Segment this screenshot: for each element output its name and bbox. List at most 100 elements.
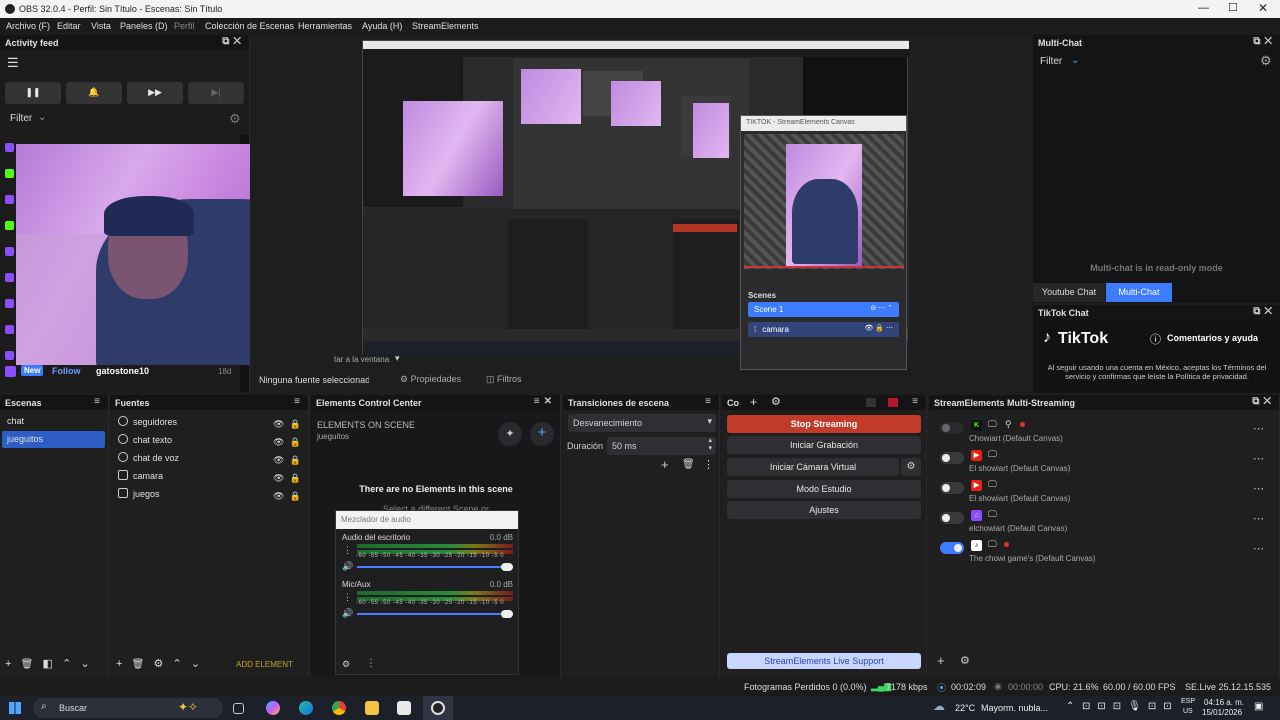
menu-paneles[interactable]: Paneles (D) [120,21,168,31]
hamburger-icon[interactable]: ☰ [7,55,19,71]
stop-streaming-button[interactable]: Stop Streaming [727,415,921,433]
add-element-icon[interactable]: + [530,422,554,446]
add-icon[interactable]: + [5,658,11,670]
edge-icon[interactable] [299,701,313,715]
add-icon[interactable]: + [116,658,122,670]
live-support-button[interactable]: StreamElements Live Support [727,653,921,669]
region-code[interactable]: US [1183,708,1193,715]
clock-date[interactable]: 15/01/2026 [1202,708,1242,717]
dock-buttons[interactable]: ⧉✕ [1253,306,1276,317]
help-link[interactable]: Comentarios y ayuda [1167,333,1258,343]
destination-toggle[interactable] [940,512,964,524]
add-icon[interactable]: + [937,653,945,668]
duration-input[interactable]: 50 ms ▴ ▾ [607,437,716,455]
notification-icon[interactable]: ▣ [1254,701,1263,712]
pause-button[interactable]: ❚❚ [5,82,61,104]
gear-icon[interactable]: ⚙ [960,654,970,667]
volume-slider[interactable] [357,563,513,571]
virtual-camera-settings-icon[interactable]: ⚙ [901,458,921,476]
transition-select[interactable]: Desvanecimiento ▾ [568,414,716,432]
destination-toggle[interactable] [940,542,964,554]
gear-icon[interactable]: ⚙ [1260,53,1272,69]
eye-icon[interactable]: 👁 [273,455,284,465]
eye-icon[interactable]: 👁 [273,491,284,501]
preview-area[interactable]: TIKTOK - StreamElements Canvas Scenes Sc… [250,35,1030,370]
dock-buttons[interactable]: ⧉✕ [1252,396,1275,407]
minimize-icon[interactable]: — [1198,2,1209,14]
destination-toggle[interactable] [940,482,964,494]
up-icon[interactable]: ⌃ [173,658,182,670]
tab-youtube-chat[interactable]: Youtube Chat [1033,283,1105,302]
maximize-icon[interactable]: ☐ [1228,1,1238,14]
clock-time[interactable]: 04:16 a. m. [1204,698,1244,707]
dock-menu-icon[interactable]: ≡ [705,396,715,407]
trash-icon[interactable]: 🗑 [682,459,695,470]
filter-icon[interactable]: ◧ [42,658,52,670]
next-button[interactable]: ▶| [188,82,244,104]
more-icon[interactable]: ⋯ [1253,452,1264,465]
source-item[interactable]: camara [118,470,163,481]
menu-vista[interactable]: Vista [91,21,111,31]
studio-mode-button[interactable]: Modo Estudio [727,480,921,498]
properties-button[interactable]: ⚙ Propiedades [400,374,461,385]
destination-toggle[interactable] [940,452,964,464]
bell-button[interactable]: 🔔 [66,82,122,104]
more-icon[interactable]: ⋮ [703,458,714,471]
skip-button[interactable]: ▶▶ [127,82,183,104]
mixer-menu-icon[interactable]: ⋮ [366,658,376,669]
obs-icon[interactable] [431,701,445,715]
trash-icon[interactable]: 🗑 [132,659,145,670]
start-recording-button[interactable]: Iniciar Grabación [727,436,921,454]
dock-buttons[interactable]: ⧉✕ [222,36,245,47]
destination-row[interactable]: ▶ 🖵 El showiart (Default Canvas) ⋯ [934,478,1274,506]
menu-archivo[interactable]: Archivo (F) [6,21,50,31]
task-view-icon[interactable] [233,703,244,714]
channel-menu-icon[interactable]: ⋮ [343,592,352,603]
more-icon[interactable]: ⋯ [1253,482,1264,495]
lock-icon[interactable]: 🔒 [289,455,300,465]
lock-icon[interactable]: 🔒 [289,473,300,483]
eye-icon[interactable]: 👁 [273,419,284,429]
menu-coleccion[interactable]: Colección de Escenas [205,21,294,31]
filters-button[interactable]: ◫ Filtros [486,374,522,385]
gear-icon[interactable]: ⚙ [229,111,241,127]
channel-menu-icon[interactable]: ⋮ [343,545,352,556]
more-icon[interactable]: ⋯ [1253,542,1264,555]
scene-item-selected[interactable]: jueguitos [2,431,105,448]
up-icon[interactable]: ⌃ [62,658,71,670]
gear-icon[interactable]: ⚙ [153,658,163,670]
tray-chevron-icon[interactable]: ⌃ [1066,701,1074,712]
speaker-icon[interactable]: 🔊 [342,608,353,619]
menu-herramientas[interactable]: Herramientas [298,21,352,31]
dock-menu-icon[interactable]: ≡ [94,396,104,407]
store-icon[interactable] [397,701,411,715]
explorer-icon[interactable] [365,701,379,715]
chrome-icon[interactable] [332,701,346,715]
canvas-source-row[interactable]: ⁞ camara 👁 🔒 ⋯ [748,322,899,337]
destination-row[interactable]: ▶ 🖵 El showiart (Default Canvas) ⋯ [934,448,1274,476]
chevron-down-icon[interactable]: ▾ [395,353,400,364]
menu-perfil[interactable]: Perfil [174,21,195,31]
destination-toggle[interactable] [940,422,964,434]
dock-menu-icon[interactable]: ≡ [912,396,922,407]
dock-buttons[interactable]: ⧉✕ [1253,36,1276,47]
menu-ayuda[interactable]: Ayuda (H) [362,21,402,31]
tab-multi-chat[interactable]: Multi-Chat [1106,283,1172,302]
menu-editar[interactable]: Editar [57,21,81,31]
source-item[interactable]: chat texto [118,434,172,445]
virtual-camera-button[interactable]: Iniciar Cámara Virtual [727,458,899,476]
eye-icon[interactable]: 👁 [273,473,284,483]
down-icon[interactable]: ⌄ [191,658,200,670]
scene-item[interactable]: chat [2,413,105,430]
add-icon[interactable]: + [661,457,669,472]
lock-icon[interactable]: 🔒 [289,491,300,501]
more-icon[interactable]: ⋯ [1253,512,1264,525]
dock-menu-icon[interactable]: ≡ [294,396,304,407]
windows-start-icon[interactable] [9,702,21,714]
down-icon[interactable]: ⌄ [80,658,89,670]
spinner-icon[interactable]: ▴ ▾ [708,437,712,453]
speaker-icon[interactable]: 🔊 [342,561,353,572]
lock-icon[interactable]: 🔒 [289,419,300,429]
menu-streamelements[interactable]: StreamElements [412,21,479,31]
add-element-button[interactable]: ADD ELEMENT [236,660,293,669]
